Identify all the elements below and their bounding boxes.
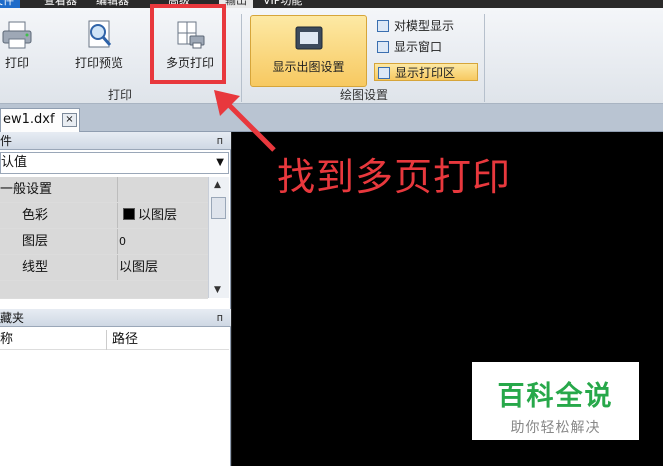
print-label: 打印 (4, 56, 29, 70)
properties-scrollbar[interactable]: ▲ ▼ (208, 177, 229, 298)
column-header-path[interactable]: 路径 (112, 330, 138, 350)
annotation-text: 找到多页打印 (277, 155, 512, 199)
plot-settings-icon (295, 26, 322, 50)
properties-table: 一般设置 色彩 以图层 图层 0 线型 以图层 (0, 177, 208, 299)
print-preview-label: 打印预览 (74, 56, 123, 70)
show-print-area-label: 显示打印区 (395, 66, 456, 80)
table-row[interactable]: 图层 0 (0, 229, 208, 255)
ribbon-separator-2 (484, 14, 485, 102)
color-swatch (123, 208, 135, 220)
table-row[interactable]: 一般设置 (0, 177, 208, 203)
document-tab[interactable]: ew1.dxf × (0, 108, 80, 132)
favorites-column-headers: 称 路径 (0, 330, 229, 350)
printer-icon (2, 21, 32, 49)
property-name: 色彩 (0, 203, 118, 228)
show-plot-settings-button[interactable]: 显示出图设置 (250, 15, 367, 87)
scroll-down-icon[interactable]: ▼ (214, 285, 221, 295)
show-plot-settings-label: 显示出图设置 (272, 60, 345, 74)
watermark-logo: 百科全说 助你轻松解决 (472, 362, 639, 440)
document-tab-strip: ew1.dxf × (0, 104, 663, 132)
left-panel: 件 ᴨ 认值 ▼ 一般设置 色彩 以图层 图层 0 线型 以图层 ▲ ▼ 藏夹 … (0, 132, 231, 466)
property-value: 0 (119, 229, 208, 254)
properties-dropdown[interactable]: 认值 ▼ (0, 152, 229, 174)
scroll-up-icon[interactable]: ▲ (214, 180, 221, 190)
print-preview-icon (88, 20, 112, 48)
favorites-panel-header: 藏夹 ᴨ (0, 309, 231, 327)
watermark-title: 百科全说 (497, 381, 614, 412)
table-row[interactable]: 色彩 以图层 (0, 203, 208, 229)
column-header-name[interactable]: 称 (0, 330, 107, 350)
model-display-icon (377, 20, 389, 32)
property-value: 以图层 (119, 255, 208, 280)
model-display-label: 对模型显示 (394, 19, 455, 33)
print-group-label: 打印 (107, 88, 132, 102)
table-row[interactable]: 线型 以图层 (0, 255, 208, 281)
properties-dropdown-value: 认值 (1, 155, 28, 170)
show-print-area-option[interactable]: 显示打印区 (374, 63, 478, 81)
menu-item-viewer[interactable]: 查看器 (44, 0, 77, 8)
show-print-area-icon (378, 67, 390, 79)
property-name: 图层 (0, 229, 118, 254)
highlight-box (150, 4, 226, 84)
watermark-subtitle: 助你轻松解决 (510, 420, 601, 436)
property-value (119, 177, 208, 202)
property-value-cell: 以图层 (119, 203, 208, 228)
property-value: 以图层 (138, 208, 178, 223)
pin-icon[interactable]: ᴨ (217, 309, 223, 327)
show-window-option[interactable]: 显示窗口 (374, 38, 478, 56)
print-button[interactable]: 打印 (0, 20, 34, 71)
menu-item-vip[interactable]: VIP功能 (263, 0, 302, 8)
print-preview-button[interactable]: 打印预览 (70, 20, 128, 71)
scrollbar-thumb[interactable] (211, 197, 226, 219)
model-display-option[interactable]: 对模型显示 (374, 17, 478, 35)
favorites-panel-title: 藏夹 (0, 311, 25, 325)
table-row (0, 281, 208, 299)
ribbon: 打印 打印预览 多页打印 打印 显示出图设置 对模型显示 显示窗口 显示打印区 … (0, 8, 663, 104)
property-name: 线型 (0, 255, 118, 280)
menu-item-file[interactable]: 文件 (0, 0, 20, 8)
menu-bar: 文件 查看器 编辑器 高级 输出 VIP功能 (0, 0, 663, 8)
plot-settings-group-label: 绘图设置 (339, 88, 388, 102)
document-tab-label: ew1.dxf (3, 112, 55, 127)
show-window-label: 显示窗口 (394, 40, 443, 54)
close-icon[interactable]: × (62, 113, 77, 127)
show-window-icon (377, 41, 389, 53)
properties-panel-title: 件 (0, 134, 13, 148)
menu-item-editor[interactable]: 编辑器 (96, 0, 129, 8)
annotation-arrow (214, 90, 276, 152)
properties-panel-header: 件 ᴨ (0, 132, 231, 150)
property-name: 一般设置 (0, 177, 118, 202)
